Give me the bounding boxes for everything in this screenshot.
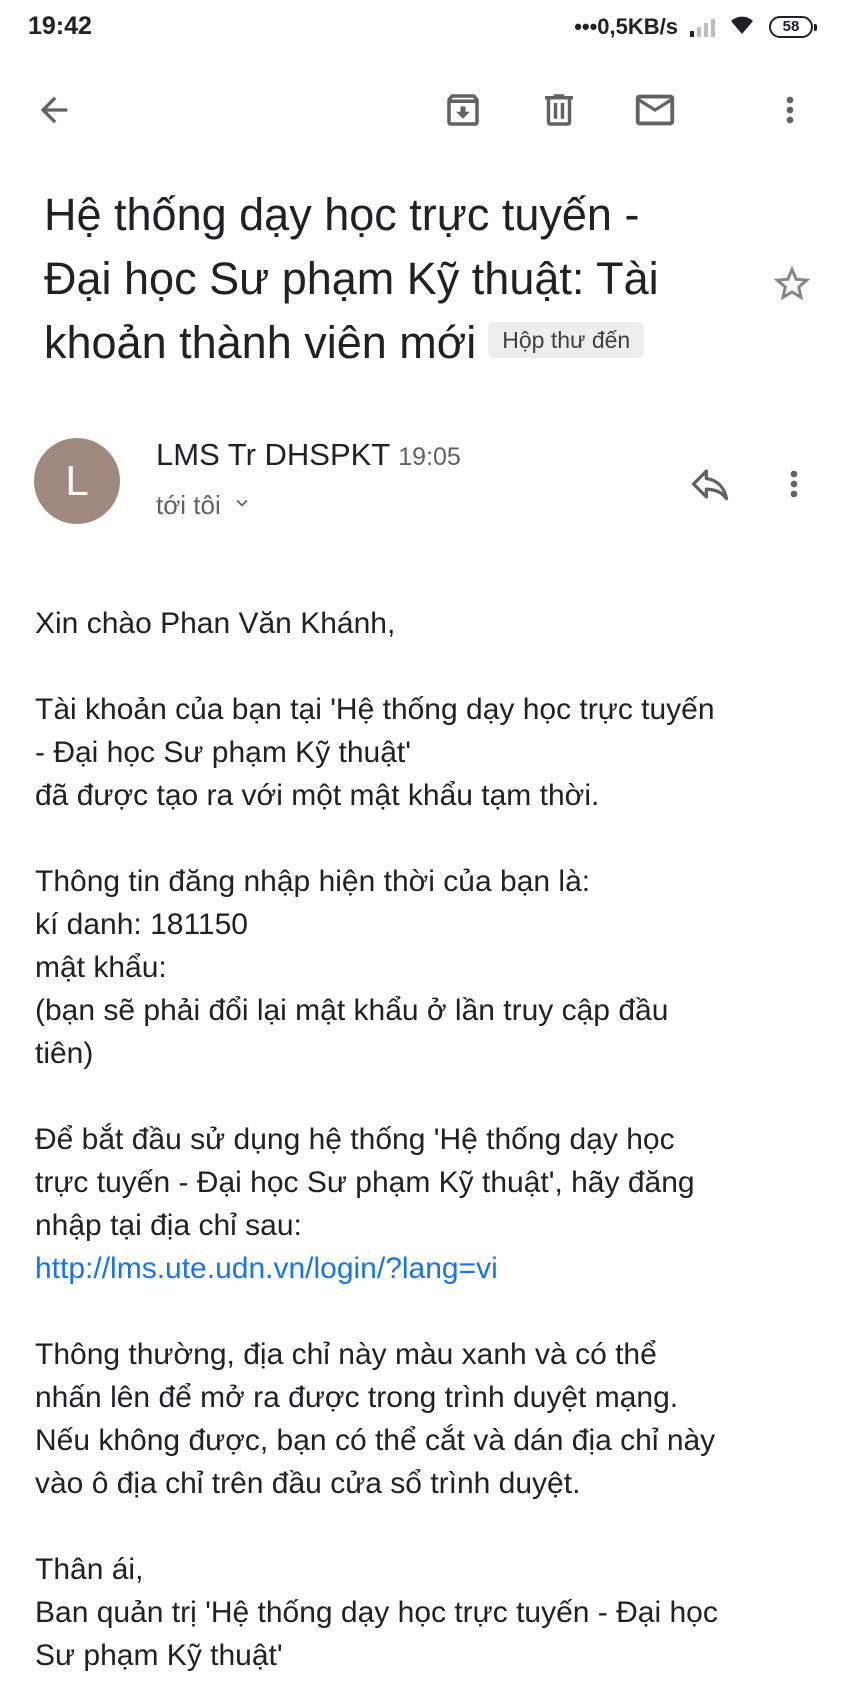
body-line: vào ô địa chỉ trên đầu cửa sổ trình duyệ… xyxy=(35,1467,581,1500)
login-link[interactable]: http://lms.ute.udn.vn/login/?lang=vi xyxy=(35,1247,825,1290)
toolbar xyxy=(0,70,843,150)
subject-line-3: khoản thành viên mới Hộp thư đến xyxy=(44,311,744,375)
signal-icon xyxy=(690,17,715,37)
redacted-password xyxy=(175,954,326,985)
login-paragraph: Để bắt đầu sử dụng hệ thống 'Hệ thống dạ… xyxy=(35,1118,825,1290)
instructions-paragraph: Thông thường, địa chỉ này màu xanh và có… xyxy=(35,1333,825,1505)
email-body: Xin chào Phan Văn Khánh, Tài khoản của b… xyxy=(35,602,825,1677)
network-speed: •••0,5KB/s xyxy=(574,13,678,39)
reply-icon[interactable] xyxy=(678,452,742,516)
greeting-paragraph: Xin chào Phan Văn Khánh, xyxy=(35,602,825,645)
subject-line-3-text: khoản thành viên mới xyxy=(44,317,477,368)
account-paragraph: Tài khoản của bạn tại 'Hệ thống dạy học … xyxy=(35,688,825,817)
signature-paragraph: Thân ái, Ban quản trị 'Hệ thống dạy học … xyxy=(35,1548,825,1677)
sender-avatar[interactable]: L xyxy=(34,438,120,524)
star-icon[interactable] xyxy=(764,256,820,312)
archive-icon[interactable] xyxy=(431,78,495,142)
password-line: mật khẩu: xyxy=(35,946,825,989)
closing: Thân ái, xyxy=(35,1553,144,1586)
chevron-down-icon xyxy=(231,490,253,521)
subject-line-2: Đại học Sư phạm Kỹ thuật: Tài xyxy=(44,253,659,304)
body-line: (bạn sẽ phải đổi lại mật khẩu ở lần truy… xyxy=(35,994,669,1027)
body-line: Tài khoản của bạn tại 'Hệ thống dạy học … xyxy=(35,693,715,726)
message-more-icon[interactable] xyxy=(770,452,818,516)
signature-line: Ban quản trị 'Hệ thống dạy học trực tuyế… xyxy=(35,1596,718,1629)
inbox-label-chip[interactable]: Hộp thư đến xyxy=(488,322,645,359)
sender-line: LMS Tr DHSPKT 19:05 xyxy=(156,437,461,473)
body-line: Để bắt đầu sử dụng hệ thống 'Hệ thống dạ… xyxy=(35,1123,675,1156)
status-bar: 19:42 •••0,5KB/s 58 xyxy=(0,0,843,56)
username-line: kí danh: 181150 xyxy=(35,903,825,946)
recipient-details-toggle[interactable]: tới tôi xyxy=(156,490,253,521)
back-arrow-icon[interactable] xyxy=(22,78,86,142)
greeting: Xin chào Phan Văn Khánh, xyxy=(35,607,396,640)
body-line: Thông thường, địa chỉ này màu xanh và có… xyxy=(35,1338,657,1371)
status-time: 19:42 xyxy=(28,12,92,40)
battery-icon: 58 xyxy=(769,15,817,38)
more-vert-icon[interactable] xyxy=(766,78,814,142)
body-line: trực tuyến - Đại học Sư phạm Kỹ thuật', … xyxy=(35,1166,695,1199)
wifi-icon xyxy=(727,12,757,41)
username-text: kí danh: 181150 xyxy=(35,908,248,941)
body-line: đã được tạo ra với một mật khẩu tạm thời… xyxy=(35,779,600,812)
password-text: mật khẩu: xyxy=(35,951,176,984)
body-line: nhấn lên để mở ra được trong trình duyệt… xyxy=(35,1381,679,1414)
credentials-paragraph: Thông tin đăng nhập hiện thời của bạn là… xyxy=(35,860,825,1075)
body-line: nhập tại địa chỉ sau: xyxy=(35,1209,302,1242)
subject-line-1: Hệ thống dạy học trực tuyến - xyxy=(44,189,640,240)
trash-icon[interactable] xyxy=(527,78,591,142)
body-line: Nếu không được, bạn có thể cắt và dán đị… xyxy=(35,1424,716,1457)
recipient-text: tới tôi xyxy=(156,490,221,520)
sender-name: LMS Tr DHSPKT xyxy=(156,437,391,472)
email-subject: Hệ thống dạy học trực tuyến - Đại học Sư… xyxy=(44,183,744,375)
mail-icon[interactable] xyxy=(623,78,687,142)
body-line: - Đại học Sư phạm Kỹ thuật' xyxy=(35,736,411,769)
body-line: Thông tin đăng nhập hiện thời của bạn là… xyxy=(35,865,591,898)
signature-line: Sư phạm Kỹ thuật' xyxy=(35,1639,283,1672)
redacted-username xyxy=(247,911,448,942)
sent-time: 19:05 xyxy=(398,443,461,471)
status-indicators: •••0,5KB/s 58 xyxy=(574,12,817,41)
body-line: tiên) xyxy=(35,1037,94,1070)
